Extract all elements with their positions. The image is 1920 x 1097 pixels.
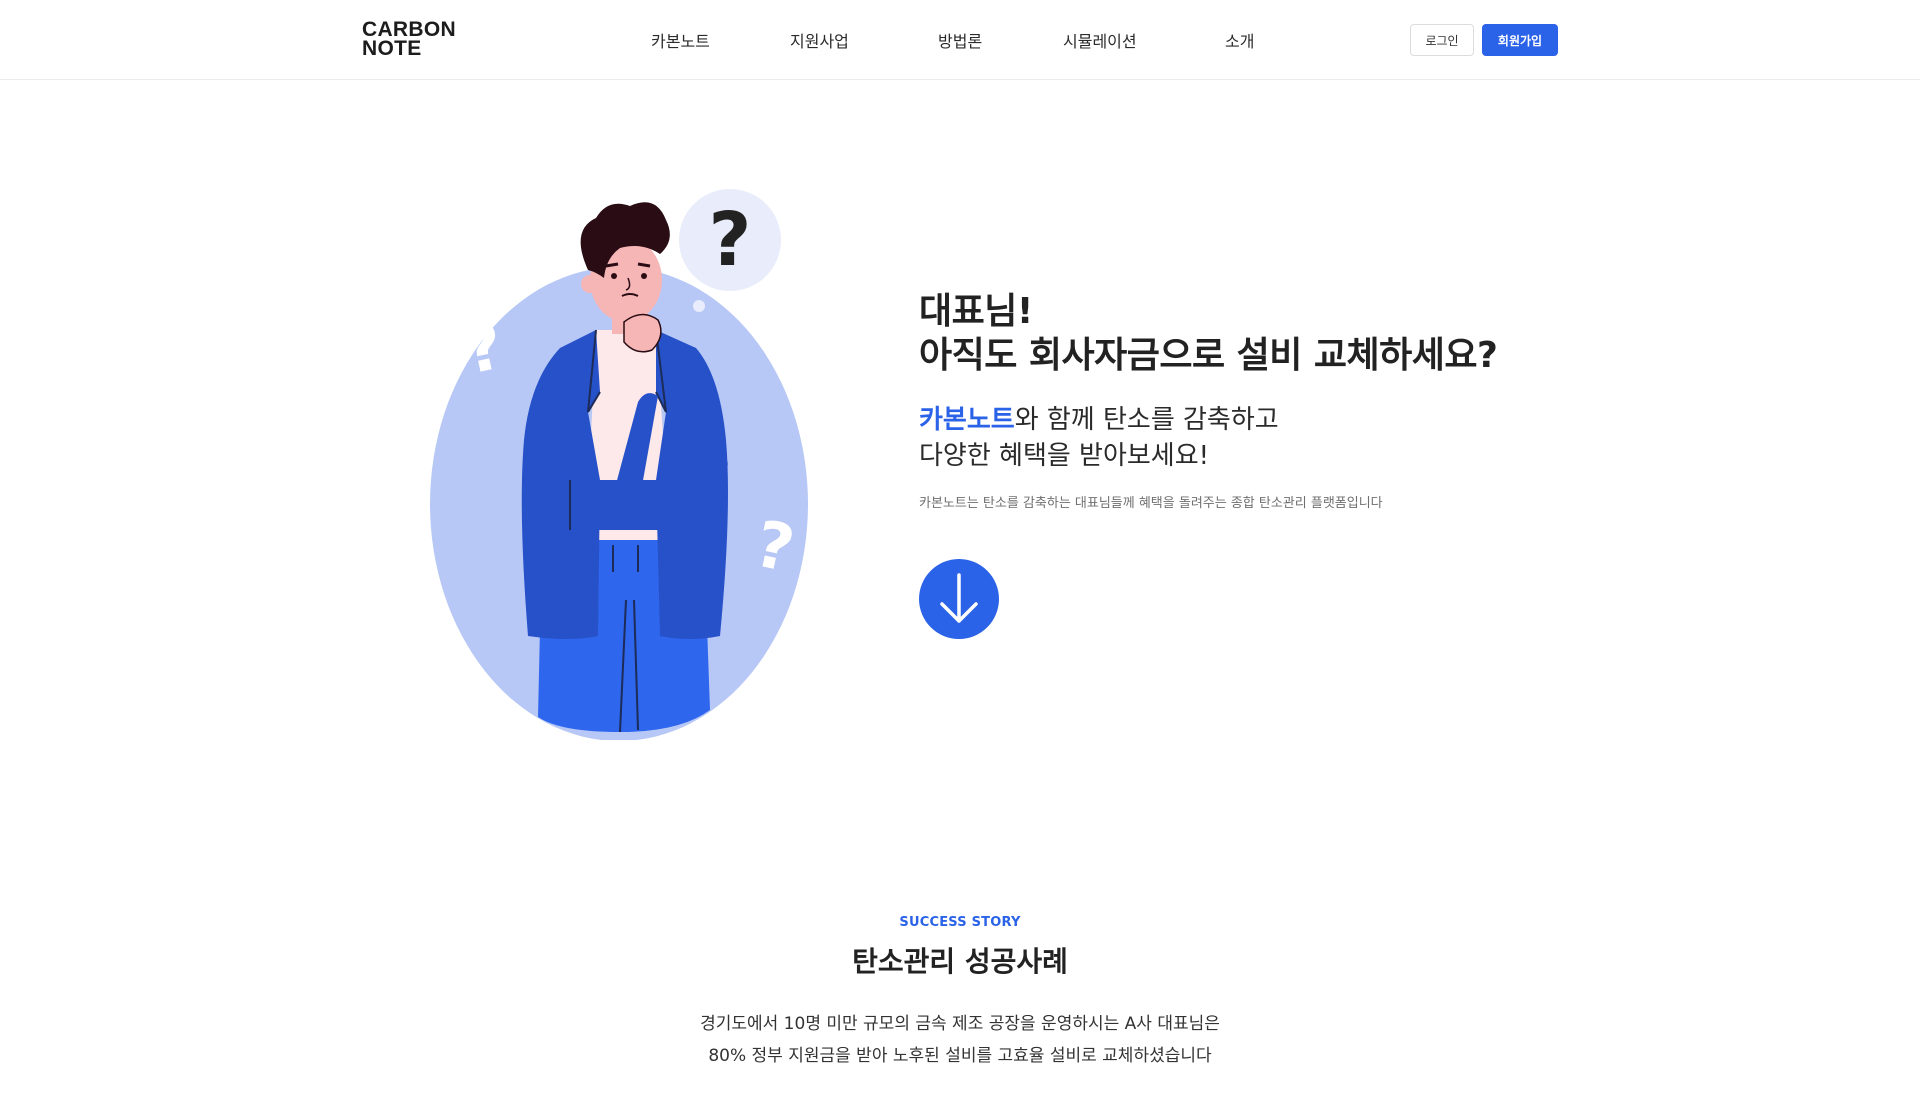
scroll-down-button[interactable]: [919, 559, 999, 639]
logo[interactable]: CARBON NOTE: [362, 19, 456, 60]
hero-title: 대표님! 아직도 회사자금으로 설비 교체하세요?: [919, 290, 1619, 378]
hero-subtitle-accent: 카본노트: [919, 405, 1015, 435]
success-story-eyebrow: SUCCESS STORY: [899, 915, 1021, 930]
question-mark-icon: ?: [709, 197, 752, 283]
arrow-down-icon: [940, 573, 978, 623]
thought-dot: [693, 300, 705, 312]
login-button[interactable]: 로그인: [1410, 24, 1474, 56]
nav-item-methodology[interactable]: 방법론: [938, 28, 982, 52]
logo-line-2: NOTE: [362, 37, 422, 60]
success-story-line-2: 80% 정부 지원금을 받아 노후된 설비를 고효율 설비로 교체하셨습니다: [708, 1046, 1212, 1066]
hero-subtitle-line-1: 와 함께 탄소를 감축하고: [1014, 405, 1279, 435]
success-story-section: SUCCESS STORY 탄소관리 성공사례 경기도에서 10명 미만 규모의…: [0, 915, 1920, 1072]
nav-item-support[interactable]: 지원사업: [790, 28, 849, 52]
hand: [623, 313, 662, 353]
success-story-body: 경기도에서 10명 미만 규모의 금속 제조 공장을 운영하시는 A사 대표님은…: [0, 1008, 1920, 1072]
hero-subtitle: 카본노트와 함께 탄소를 감축하고 다양한 혜택을 받아보세요!: [919, 402, 1619, 474]
nav-item-carbonnote[interactable]: 카본노트: [651, 28, 710, 52]
success-story-title: 탄소관리 성공사례: [852, 945, 1068, 978]
success-story-line-1: 경기도에서 10명 미만 규모의 금속 제조 공장을 운영하시는 A사 대표님은: [700, 1014, 1220, 1034]
nav-item-simulation[interactable]: 시뮬레이션: [1063, 28, 1137, 52]
hero-title-line-1: 대표님!: [919, 291, 1033, 332]
nav-item-about[interactable]: 소개: [1225, 28, 1254, 52]
hero-title-line-2: 아직도 회사자금으로 설비 교체하세요?: [919, 335, 1498, 376]
thinking-man-illustration: ? ? ?: [430, 189, 808, 740]
hero-description: 카본노트는 탄소를 감축하는 대표님들께 혜택을 돌려주는 종합 탄소관리 플랫…: [919, 496, 1383, 511]
hero-subtitle-line-2: 다양한 혜택을 받아보세요!: [919, 441, 1210, 471]
site-header: CARBON NOTE 카본노트 지원사업 방법론 시뮬레이션 소개 로그인 회…: [0, 0, 1920, 80]
signup-button[interactable]: 회원가입: [1482, 24, 1558, 56]
hero-section: 대표님! 아직도 회사자금으로 설비 교체하세요? 카본노트와 함께 탄소를 감…: [919, 290, 1619, 511]
